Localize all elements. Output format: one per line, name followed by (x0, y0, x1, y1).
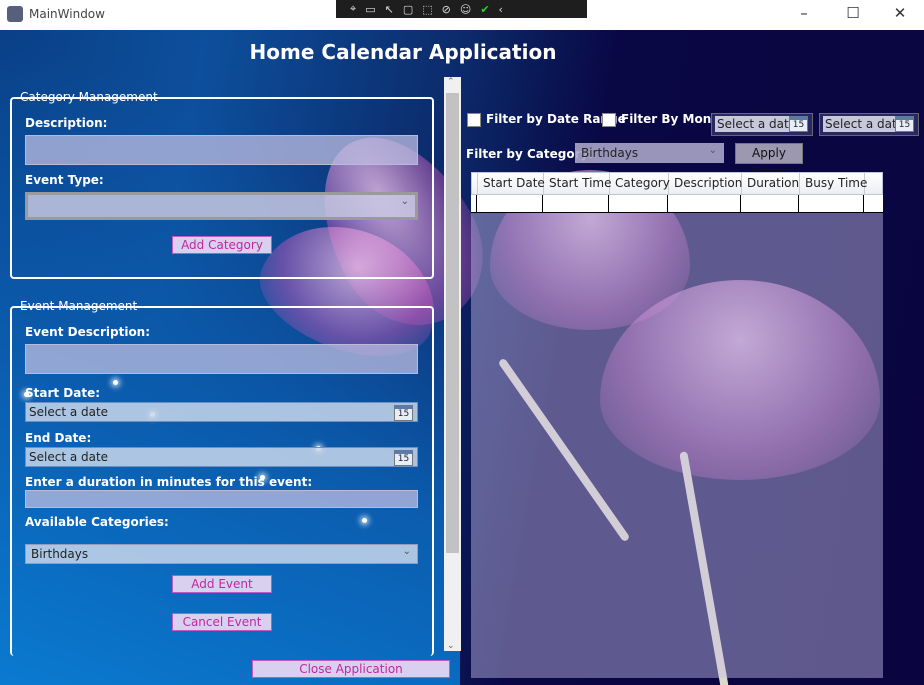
debug-toolbar[interactable]: ⌖ ▭ ↖ ▢ ⬚ ⊘ ☺ ✔ ‹ (336, 0, 587, 18)
table-cell[interactable] (543, 195, 609, 212)
grid-header: Start Date Start Time Category Descripti… (471, 172, 883, 195)
maximize-button[interactable]: ☐ (843, 4, 863, 22)
hot-reload-icon[interactable]: ⊘ (442, 3, 451, 16)
column-header-description[interactable]: Description (669, 173, 742, 194)
chevron-down-icon: ⌄ (708, 145, 717, 156)
filter-category-select[interactable]: Birthdays ⌄ (575, 143, 724, 163)
check-icon[interactable]: ✔ (480, 3, 489, 16)
chevron-down-icon: ⌄ (400, 196, 409, 207)
filter-date-picker-2[interactable]: Select a date 15 (819, 113, 919, 136)
accessibility-icon[interactable]: ☺ (460, 3, 471, 16)
calendar-icon[interactable]: 15 (394, 450, 413, 466)
event-type-label: Event Type: (25, 173, 104, 187)
page-title: Home Calendar Application (249, 40, 557, 64)
event-type-select[interactable]: ⌄ (25, 192, 418, 220)
minimize-button[interactable]: – (794, 4, 814, 22)
table-cell[interactable] (477, 195, 543, 212)
close-application-button[interactable]: Close Application (252, 660, 450, 678)
end-date-picker[interactable]: Select a date 15 (25, 447, 418, 467)
app-icon (7, 6, 23, 22)
scrollbar-thumb[interactable] (446, 93, 459, 553)
window-title: MainWindow (29, 7, 105, 21)
table-cell[interactable] (741, 195, 799, 212)
square-icon[interactable]: ▢ (403, 3, 413, 16)
table-cell[interactable] (609, 195, 668, 212)
filter-month-checkbox[interactable] (602, 113, 616, 127)
group-legend: Event Management (20, 299, 138, 313)
calendar-icon[interactable]: 15 (789, 116, 808, 132)
table-row[interactable] (471, 195, 883, 213)
collapse-icon[interactable]: ‹ (499, 3, 503, 16)
duration-input[interactable] (25, 490, 418, 508)
table-cell[interactable] (799, 195, 864, 212)
track-focus-icon[interactable]: ⬚ (422, 3, 432, 16)
column-header-start-date[interactable]: Start Date (478, 173, 545, 194)
filter-date-picker-1[interactable]: Select a date 15 (711, 113, 813, 136)
left-panel-scrollbar[interactable]: ⌃ ⌄ (444, 77, 461, 651)
pointer-icon[interactable]: ↖ (385, 3, 394, 16)
start-date-label: Start Date: (25, 386, 101, 400)
event-description-input[interactable] (25, 344, 418, 374)
available-categories-select[interactable]: Birthdays ⌄ (25, 544, 418, 564)
calendar-icon[interactable]: 15 (895, 116, 914, 132)
select-element-icon[interactable]: ⌖ (350, 2, 356, 16)
filter-date-range-checkbox[interactable] (467, 113, 481, 127)
column-header-duration[interactable]: Duration (742, 173, 800, 194)
column-header-busy-time[interactable]: Busy Time (800, 173, 867, 194)
column-header-start-time[interactable]: Start Time (544, 173, 612, 194)
add-event-button[interactable]: Add Event (172, 575, 272, 593)
main-window-content: Home Calendar Application Category Manag… (0, 30, 924, 685)
start-date-picker[interactable]: Select a date 15 (25, 402, 418, 422)
camera-icon[interactable]: ▭ (365, 3, 375, 16)
table-cell[interactable] (668, 195, 741, 212)
scroll-down-icon[interactable]: ⌄ (447, 641, 455, 651)
add-category-button[interactable]: Add Category (172, 236, 272, 254)
available-categories-label: Available Categories: (25, 515, 169, 529)
description-label: Description: (25, 116, 108, 130)
apply-filters-button[interactable]: Apply Filters (735, 143, 803, 179)
close-window-button[interactable]: ✕ (890, 4, 910, 22)
column-header-category[interactable]: Category (610, 173, 670, 194)
event-description-label: Event Description: (25, 325, 151, 339)
filter-month-label: Filter By Month (621, 112, 726, 126)
group-legend: Category Management (20, 90, 158, 104)
events-grid[interactable]: Start Date Start Time Category Descripti… (471, 172, 883, 678)
description-input[interactable] (25, 135, 418, 165)
title-bar: MainWindow ⌖ ▭ ↖ ▢ ⬚ ⊘ ☺ ✔ ‹ – ☐ ✕ (0, 0, 924, 30)
chevron-down-icon: ⌄ (402, 546, 411, 557)
cancel-event-button[interactable]: Cancel Event (172, 613, 272, 631)
calendar-icon[interactable]: 15 (394, 405, 413, 421)
end-date-label: End Date: (25, 431, 92, 445)
scroll-up-icon[interactable]: ⌃ (447, 77, 455, 87)
duration-label: Enter a duration in minutes for this eve… (25, 475, 313, 489)
